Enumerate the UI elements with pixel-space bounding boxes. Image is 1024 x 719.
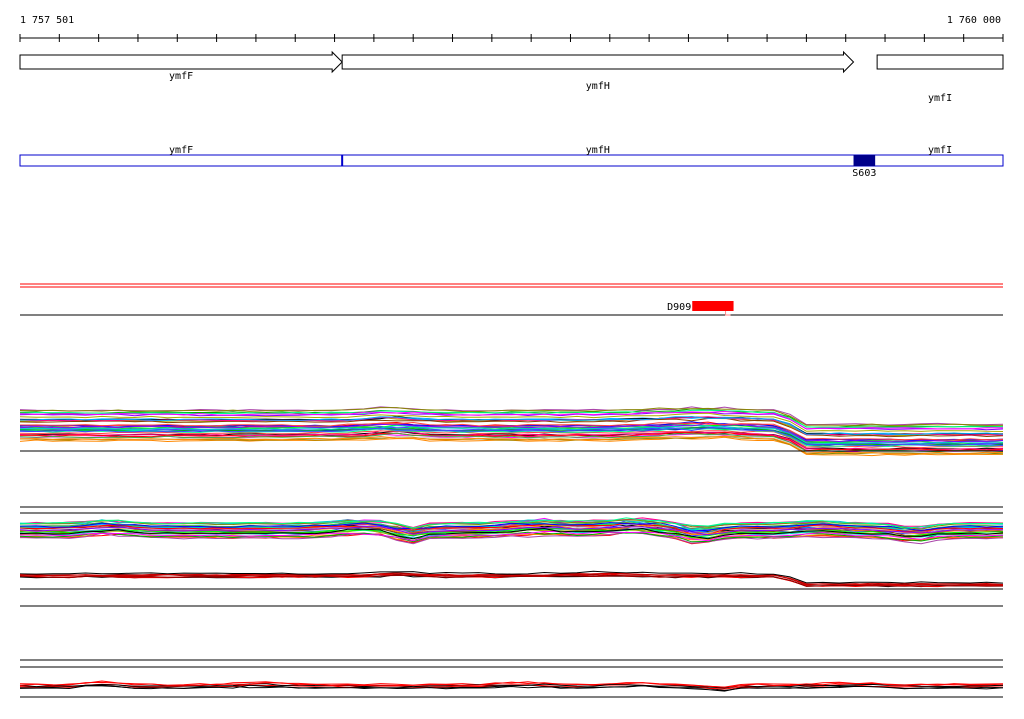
gene-region-label-ymfI: ymfI — [928, 145, 952, 156]
promoter-marker-S603[interactable] — [853, 155, 876, 166]
gene-arrow-label-ymfH: ymfH — [586, 81, 610, 92]
ruler-axis — [19, 34, 1004, 42]
gene-arrow-label-ymfI: ymfI — [928, 93, 952, 104]
expression-profile-panel-4 — [20, 659, 1003, 668]
red-signal-track — [20, 283, 1003, 288]
expression-profile-panel-5 — [19, 680, 1004, 698]
expression-profile-panel-3 — [19, 570, 1004, 607]
gene-arrow-ymfF[interactable] — [19, 50, 343, 74]
feature-marker-arrow — [725, 311, 731, 316]
gene-region-label-ymfF: ymfF — [169, 145, 193, 156]
gene-region-track[interactable]: ymfF ymfH ymfI S603 — [19, 145, 1004, 179]
feature-label: D909 — [667, 302, 691, 313]
ruler-end-label: 1 760 000 — [947, 15, 1001, 26]
feature-track[interactable]: D909 — [20, 301, 1003, 316]
genome-browser-canvas: 1 757 501 1 760 000 ymfFymfHymfI ymfF ymf… — [19, 15, 1004, 698]
expression-profile-panel-2 — [19, 506, 1004, 545]
gene-arrow-ymfH[interactable] — [341, 50, 855, 74]
expression-profile-panel-1 — [19, 406, 1004, 457]
gene-region-label-ymfH: ymfH — [586, 145, 610, 156]
gene-arrow-track[interactable]: ymfF ymfH ymfI — [19, 50, 1004, 104]
gene-arrow-ymfI[interactable] — [876, 54, 1004, 70]
promoter-label: S603 — [852, 168, 876, 179]
gene-arrow-label-ymfF: ymfF — [169, 71, 193, 82]
feature-marker-D909[interactable] — [692, 301, 734, 311]
ruler-start-label: 1 757 501 — [20, 15, 74, 26]
genome-browser-viewer: 1 757 501 1 760 000 ymfF ymfH ymfI ymfF ymf… — [0, 0, 1024, 714]
